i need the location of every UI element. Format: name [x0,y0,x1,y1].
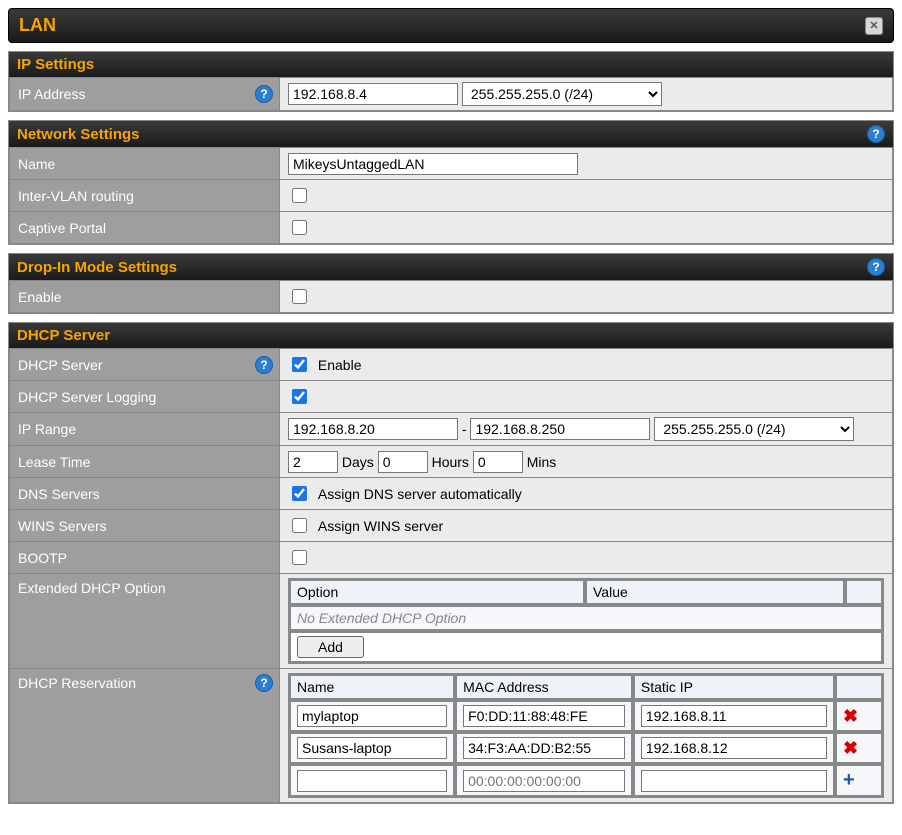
extended-dhcp-table: Option Value No Extended DHCP Option Add [288,578,884,664]
reservation-name-input[interactable] [297,770,447,792]
panel-title: DHCP Server [17,327,110,344]
dns-auto-checkbox[interactable] [292,486,307,501]
panel-header-dropin: Drop-In Mode Settings ? [9,254,893,280]
lease-hours-input[interactable] [378,451,428,473]
add-icon[interactable]: + [843,769,855,792]
dhcp-reservation-label: DHCP Reservation [18,675,136,691]
captive-portal-checkbox[interactable] [292,220,307,235]
ip-range-mask-select[interactable]: 255.255.255.0 (/24) [654,417,854,441]
ext-empty-text: No Extended DHCP Option [290,606,882,630]
reservation-name-input[interactable] [297,737,447,759]
ext-add-button[interactable]: Add [297,636,364,658]
dropin-enable-label: Enable [18,289,62,305]
ip-range-end-input[interactable] [470,418,650,440]
reservation-row: ✖ [290,733,882,763]
panel-ip-settings: IP Settings IP Address ? 255.255.255.0 (… [8,51,894,112]
network-name-input[interactable] [288,153,578,175]
lease-mins-unit: Mins [527,454,557,470]
dropin-enable-checkbox[interactable] [292,289,307,304]
dhcp-logging-label: DHCP Server Logging [18,389,156,405]
lease-days-unit: Days [342,454,374,470]
ext-col-option: Option [290,580,584,604]
help-icon[interactable]: ? [255,674,273,692]
dhcp-logging-checkbox[interactable] [292,389,307,404]
delete-icon[interactable]: ✖ [843,706,858,727]
reservation-ip-input[interactable] [641,770,827,792]
res-col-mac: MAC Address [456,675,632,699]
panel-title: Network Settings [17,126,140,143]
ip-address-label: IP Address [18,86,85,102]
dhcp-server-label: DHCP Server [18,357,103,373]
delete-icon[interactable]: ✖ [843,738,858,759]
wins-text: Assign WINS server [318,518,443,534]
dns-auto-text: Assign DNS server automatically [318,486,522,502]
ip-range-start-input[interactable] [288,418,458,440]
subnet-mask-select[interactable]: 255.255.255.0 (/24) [462,82,662,106]
lease-time-label: Lease Time [18,454,90,470]
page-title: LAN [19,15,56,36]
dhcp-reservation-table: Name MAC Address Static IP ✖ ✖ + [288,673,884,798]
reservation-mac-input[interactable] [463,737,625,759]
close-icon[interactable]: ✕ [865,17,883,35]
help-icon[interactable]: ? [867,258,885,276]
help-icon[interactable]: ? [255,356,273,374]
panel-header-network: Network Settings ? [9,121,893,147]
wins-servers-label: WINS Servers [18,518,107,534]
reservation-row: ✖ [290,701,882,731]
panel-title: Drop-In Mode Settings [17,259,177,276]
reservation-ip-input[interactable] [641,705,827,727]
captive-label: Captive Portal [18,220,106,236]
panel-title: IP Settings [17,56,94,73]
dns-servers-label: DNS Servers [18,486,100,502]
name-label: Name [18,156,55,172]
reservation-new-row: + [290,765,882,796]
res-col-ip: Static IP [634,675,834,699]
wins-checkbox[interactable] [292,518,307,533]
res-col-name: Name [290,675,454,699]
dhcp-server-enable-text: Enable [318,357,362,373]
panel-network-settings: Network Settings ? Name Inter-VLAN routi… [8,120,894,245]
intervlan-checkbox[interactable] [292,188,307,203]
reservation-mac-input[interactable] [463,770,625,792]
titlebar: LAN ✕ [8,8,894,43]
panel-dhcp-server: DHCP Server DHCP Server ? Enable DHCP Se… [8,322,894,804]
help-icon[interactable]: ? [255,85,273,103]
extended-dhcp-label: Extended DHCP Option [18,580,166,596]
bootp-checkbox[interactable] [292,550,307,565]
reservation-name-input[interactable] [297,705,447,727]
lease-hours-unit: Hours [432,454,469,470]
panel-dropin-settings: Drop-In Mode Settings ? Enable [8,253,894,314]
panel-header-dhcp: DHCP Server [9,323,893,348]
lease-mins-input[interactable] [473,451,523,473]
ip-address-input[interactable] [288,83,458,105]
reservation-ip-input[interactable] [641,737,827,759]
dhcp-server-enable-checkbox[interactable] [292,357,307,372]
bootp-label: BOOTP [18,550,67,566]
intervlan-label: Inter-VLAN routing [18,188,134,204]
ip-range-label: IP Range [18,421,76,437]
ext-col-value: Value [586,580,844,604]
lease-days-input[interactable] [288,451,338,473]
reservation-mac-input[interactable] [463,705,625,727]
range-separator: - [462,421,467,437]
help-icon[interactable]: ? [867,125,885,143]
panel-header-ip: IP Settings [9,52,893,77]
